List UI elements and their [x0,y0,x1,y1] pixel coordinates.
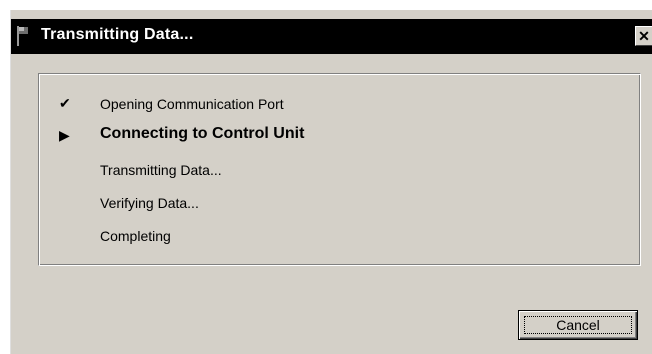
step-connecting: ▶ Connecting to Control Unit [39,124,629,148]
step-label: Connecting to Control Unit [100,125,305,142]
close-icon: ✕ [638,28,650,44]
window-title: Transmitting Data... [41,26,194,43]
arrow-right-icon: ▶ [59,127,70,143]
step-label: Verifying Data... [100,195,199,211]
step-label: Transmitting Data... [100,162,222,178]
step-completing: Completing [39,224,629,248]
flag-icon [17,26,28,46]
step-opening-port: ✔ Opening Communication Port [39,92,629,116]
checkmark-icon: ✔ [59,95,71,111]
cancel-button[interactable]: Cancel [518,310,638,340]
transmit-dialog: Transmitting Data... ✕ ✔ Opening Communi… [10,10,652,354]
title-bar[interactable]: Transmitting Data... ✕ [11,19,652,54]
step-label: Opening Communication Port [100,96,284,112]
cancel-button-label: Cancel [524,316,632,334]
step-verifying: Verifying Data... [39,191,629,215]
step-transmitting: Transmitting Data... [39,158,629,182]
progress-steps-panel: ✔ Opening Communication Port ▶ Connectin… [38,73,641,266]
close-button[interactable]: ✕ [635,26,652,46]
step-label: Completing [100,228,171,244]
